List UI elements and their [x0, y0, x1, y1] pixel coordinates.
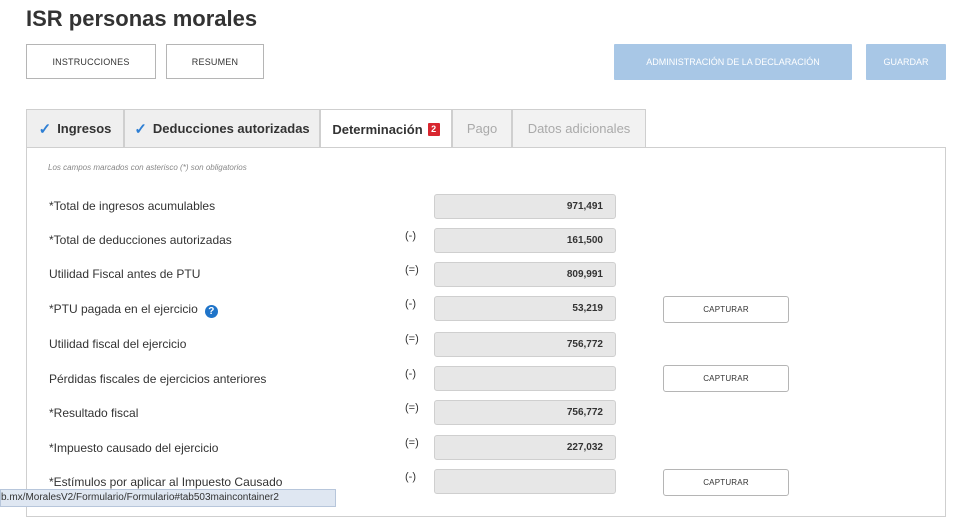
operator: (-): [405, 298, 416, 310]
total-deducciones-field[interactable]: 161,500: [434, 228, 616, 253]
impuesto-causado-field[interactable]: 227,032: [434, 435, 616, 460]
row-label: *Impuesto causado del ejercicio: [49, 441, 219, 455]
required-fields-hint: Los campos marcados con asterisco (*) so…: [48, 163, 247, 172]
tab-determinacion[interactable]: Determinación 2: [320, 109, 452, 148]
operator: (=): [405, 402, 419, 414]
page-title: ISR personas morales: [26, 6, 258, 31]
row-label: Utilidad Fiscal antes de PTU: [49, 267, 201, 281]
instructions-button[interactable]: INSTRUCCIONES: [26, 44, 156, 79]
resultado-fiscal-field[interactable]: 756,772: [434, 400, 616, 425]
row-label: Pérdidas fiscales de ejercicios anterior…: [49, 372, 267, 386]
operator: (-): [405, 471, 416, 483]
total-ingresos-field[interactable]: 971,491: [434, 194, 616, 219]
perdidas-fiscales-field[interactable]: [434, 366, 616, 391]
error-count-badge: 2: [427, 122, 440, 136]
operator: (=): [405, 264, 419, 276]
row-label: *Resultado fiscal: [49, 406, 139, 420]
tab-label: Pago: [466, 121, 498, 136]
estimulos-field[interactable]: [434, 469, 616, 494]
capture-ptu-button[interactable]: CAPTURAR: [663, 296, 789, 323]
operator: (-): [405, 230, 416, 242]
capture-perdidas-button[interactable]: CAPTURAR: [663, 365, 789, 392]
tab-label: Determinación: [332, 121, 423, 137]
summary-button[interactable]: RESUMEN: [166, 44, 264, 79]
save-button[interactable]: GUARDAR: [866, 44, 946, 80]
status-bar-url: b.mx/MoralesV2/Formulario/Formulario#tab…: [0, 489, 336, 507]
operator: (=): [405, 333, 419, 345]
tab-ingresos[interactable]: ✓ Ingresos: [26, 109, 124, 147]
operator: (-): [405, 368, 416, 380]
capture-estimulos-button[interactable]: CAPTURAR: [663, 469, 789, 496]
utilidad-fiscal-antes-ptu-field[interactable]: 809,991: [434, 262, 616, 287]
declaration-admin-button[interactable]: ADMINISTRACIÓN DE LA DECLARACIÓN: [614, 44, 852, 80]
check-icon: ✓: [134, 120, 147, 138]
row-label: *PTU pagada en el ejercicio?: [49, 302, 218, 318]
operator: (=): [405, 437, 419, 449]
row-label: *Estímulos por aplicar al Impuesto Causa…: [49, 475, 283, 489]
utilidad-fiscal-ejercicio-field[interactable]: 756,772: [434, 332, 616, 357]
tab-label: Ingresos: [57, 121, 112, 136]
ptu-pagada-field[interactable]: 53,219: [434, 296, 616, 321]
tab-pago[interactable]: Pago: [452, 109, 512, 147]
tab-label: Deducciones autorizadas: [152, 121, 310, 136]
row-label: *Total de deducciones autorizadas: [49, 233, 232, 247]
check-icon: ✓: [38, 120, 52, 138]
help-icon[interactable]: ?: [204, 305, 218, 318]
form-tabs: ✓ Ingresos ✓ Deducciones autorizadas Det…: [26, 109, 946, 148]
tab-deducciones-autorizadas[interactable]: ✓ Deducciones autorizadas: [124, 109, 320, 147]
row-label: *Total de ingresos acumulables: [49, 199, 216, 213]
tab-datos-adicionales[interactable]: Datos adicionales: [512, 109, 646, 147]
row-label-text: *PTU pagada en el ejercicio: [49, 302, 198, 316]
tab-label: Datos adicionales: [527, 121, 631, 136]
row-label: Utilidad fiscal del ejercicio: [49, 337, 187, 351]
